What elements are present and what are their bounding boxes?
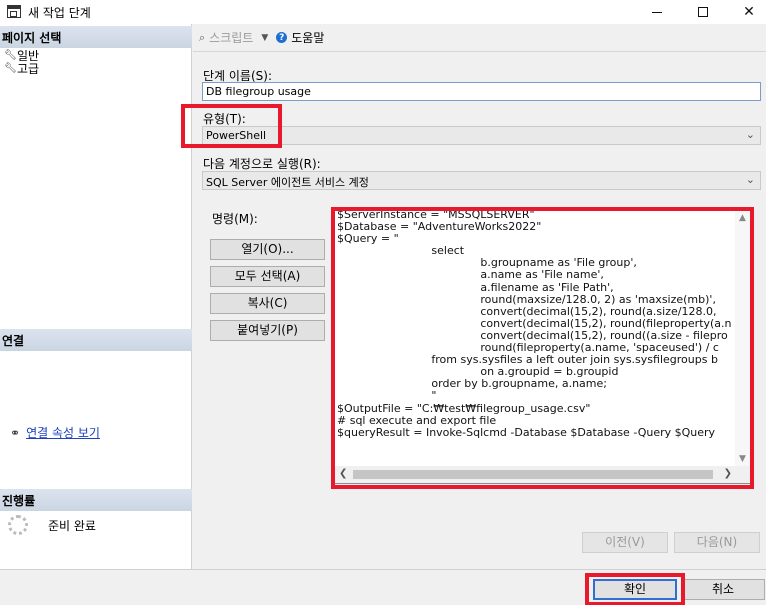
progress-status: 준비 완료 <box>48 518 96 533</box>
page-item-advanced[interactable]: 🔧︎ 고급 <box>4 60 39 77</box>
help-button[interactable]: 도움말 <box>291 29 324 46</box>
horizontal-scroll-thumb[interactable] <box>353 470 713 479</box>
toolbar: ⌕ 스크립트 ▼ ? 도움말 <box>193 24 766 52</box>
progress-row: 준비 완료 <box>8 515 96 535</box>
paste-button[interactable]: 붙여넣기(P) <box>210 320 325 341</box>
command-line: $queryResult = Invoke-Sqlcmd -Database $… <box>337 425 716 439</box>
copy-button[interactable]: 복사(C) <box>210 293 325 314</box>
script-button[interactable]: 스크립트 <box>209 29 253 46</box>
step-name-input[interactable] <box>202 82 761 101</box>
dialog-button-bar: 확인 취소 <box>0 569 766 605</box>
run-as-select-value: SQL Server 에이전트 서비스 계정 <box>206 176 369 189</box>
maximize-icon <box>698 7 708 17</box>
vertical-scrollbar[interactable]: ▲ ▼ <box>735 211 752 467</box>
window-icon <box>7 5 21 18</box>
run-as-label: 다음 계정으로 실행(R): <box>203 157 321 171</box>
close-icon: ✕ <box>743 4 755 20</box>
script-dropdown-icon[interactable]: ▼ <box>261 33 268 43</box>
minimize-button[interactable] <box>634 0 680 24</box>
connection-header: 연결 <box>0 329 192 351</box>
command-line: a.filename as 'File Path', <box>337 280 614 294</box>
window-title: 새 작업 단계 <box>28 6 91 20</box>
connection-properties-row: ⚭ 연결 속성 보기 <box>10 424 100 441</box>
chevron-down-icon: ⌄ <box>745 128 755 141</box>
command-line: " <box>337 389 437 403</box>
scroll-up-icon[interactable]: ▲ <box>739 213 746 223</box>
left-pane: 페이지 선택 🔧︎ 일반 🔧︎ 고급 연결 ⚭ 연결 속성 보기 진행률 준비 … <box>0 24 192 569</box>
command-line: a.name as 'File name', <box>337 268 604 282</box>
title-bar: 새 작업 단계 ✕ <box>0 0 766 24</box>
select-page-header: 페이지 선택 <box>0 26 192 48</box>
open-button[interactable]: 열기(O)... <box>210 239 325 260</box>
progress-spinner-icon <box>8 515 28 535</box>
script-icon: ⌕ <box>199 30 206 44</box>
command-line: # sql execute and export file <box>337 413 497 427</box>
select-all-button[interactable]: 모두 선택(A) <box>210 266 325 287</box>
scroll-left-icon[interactable]: ❮ <box>339 468 347 479</box>
command-label: 명령(M): <box>212 212 258 226</box>
scroll-down-icon[interactable]: ▼ <box>739 454 746 464</box>
type-label: 유형(T): <box>203 112 246 126</box>
horizontal-scrollbar[interactable]: ❮ ❯ <box>335 466 752 483</box>
command-text[interactable]: $ServerInstance = "MSSQLSERVER" $Database… <box>337 211 735 461</box>
ok-button[interactable]: 확인 <box>593 579 677 600</box>
right-pane: ⌕ 스크립트 ▼ ? 도움말 단계 이름(S): 유형(T): PowerShe… <box>193 24 766 569</box>
cancel-button[interactable]: 취소 <box>681 579 765 600</box>
command-editor[interactable]: $ServerInstance = "MSSQLSERVER" $Database… <box>334 210 753 484</box>
help-icon: ? <box>276 32 288 43</box>
run-as-select[interactable]: SQL Server 에이전트 서비스 계정 ⌄ <box>202 171 761 190</box>
type-select-value: PowerShell <box>206 129 267 142</box>
view-connection-properties-link[interactable]: 연결 속성 보기 <box>26 424 100 441</box>
command-line: round(maxsize/128.0, 2) as 'maxsize(mb)'… <box>337 292 716 306</box>
type-select[interactable]: PowerShell ⌄ <box>202 126 761 145</box>
close-button[interactable]: ✕ <box>726 0 766 24</box>
next-button[interactable]: 다음(N) <box>674 532 760 553</box>
connection-icon: ⚭ <box>10 425 20 440</box>
previous-button[interactable]: 이전(V) <box>582 532 668 553</box>
progress-header: 진행률 <box>0 489 192 511</box>
chevron-down-icon: ⌄ <box>745 173 755 186</box>
page-item-label: 고급 <box>17 62 40 76</box>
scroll-right-icon[interactable]: ❯ <box>724 468 732 479</box>
minimize-icon <box>652 11 662 13</box>
command-line: $OutputFile = "C:₩test₩filegroup_usage.c… <box>337 401 591 415</box>
maximize-button[interactable] <box>680 0 726 24</box>
wrench-icon: 🔧︎ <box>4 63 17 74</box>
